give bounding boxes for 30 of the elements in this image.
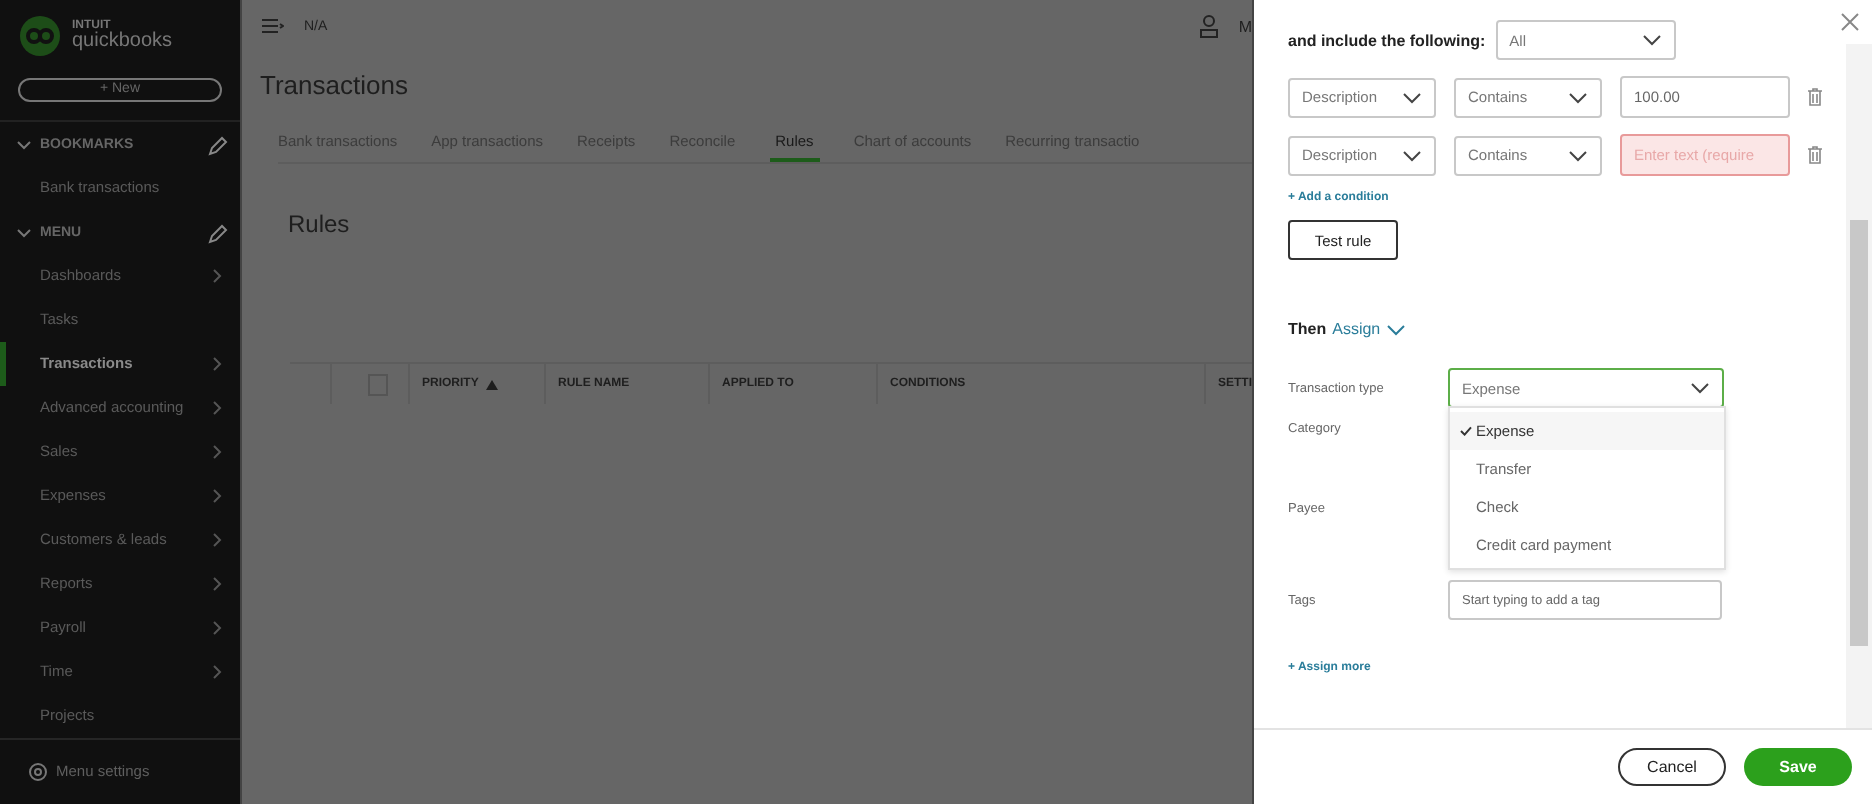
trash-icon[interactable] (1808, 88, 1822, 106)
logo-icon (18, 14, 62, 58)
menu-icon[interactable] (262, 18, 284, 34)
chevron-down-icon (1402, 149, 1422, 161)
logo-product: quickbooks (72, 32, 173, 52)
user-name[interactable]: M (1238, 17, 1252, 35)
section-title: Rules (288, 210, 352, 238)
chevron-down-icon (1568, 91, 1588, 103)
assign-link[interactable]: Assign (1332, 320, 1381, 338)
scrollbar-thumb[interactable] (1850, 220, 1868, 646)
save-button[interactable]: Save (1744, 748, 1852, 786)
sort-up-icon (486, 379, 499, 389)
settings-icon (28, 761, 48, 782)
chevron-icon[interactable] (16, 225, 32, 242)
check-icon (1460, 426, 1472, 436)
page-title: Transactions (260, 70, 410, 100)
user-icon[interactable] (1200, 14, 1219, 38)
chevron-down-icon[interactable] (1386, 323, 1407, 335)
trash-icon[interactable] (1808, 146, 1822, 164)
pencil-icon[interactable] (208, 135, 228, 156)
chevron-down-icon (1690, 382, 1710, 394)
cancel-button[interactable]: Cancel (1618, 748, 1726, 786)
pencil-icon[interactable] (208, 223, 228, 244)
chevron-down-icon (1568, 149, 1588, 161)
then-label: Then (1288, 320, 1327, 338)
chevron-down-icon (1641, 34, 1662, 46)
chevron-down-icon (1402, 91, 1422, 103)
close-icon[interactable] (1840, 12, 1860, 32)
include-label: and include the following: (1288, 31, 1486, 49)
chevron-icon[interactable] (16, 137, 32, 154)
